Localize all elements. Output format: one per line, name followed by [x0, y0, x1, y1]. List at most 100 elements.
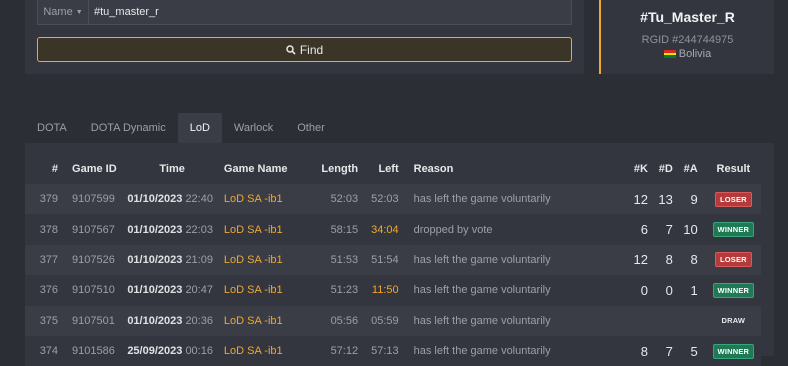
row-reason: has left the game voluntarily — [412, 305, 632, 336]
row-length: 58:15 — [320, 214, 371, 245]
header-result[interactable]: Result — [706, 154, 761, 184]
row-kills: 8 — [631, 335, 656, 366]
row-left: 34:04 — [370, 214, 413, 245]
header-game-id[interactable]: Game ID — [62, 154, 126, 184]
search-input[interactable]: #tu_master_r — [89, 0, 572, 25]
row-num: 378 — [25, 214, 63, 245]
player-rgid: RGID #244744975 — [641, 34, 734, 46]
header-kills[interactable]: #K — [631, 154, 656, 184]
table-row[interactable]: 374 9101586 25/09/2023 00:16 LoD SA -ib1 57:… — [25, 335, 761, 366]
row-kills — [631, 305, 656, 336]
tab-lod[interactable]: LoD — [177, 113, 222, 143]
country-name: Bolivia — [678, 48, 712, 60]
result-badge: DRAW — [721, 316, 746, 326]
table-header-row: # Game ID Time Game Name Length Left Rea… — [25, 154, 761, 184]
row-clock: 21:09 — [185, 253, 213, 266]
row-game-id[interactable]: 9101586 — [62, 335, 127, 366]
row-date: 01/10/2023 — [127, 253, 183, 266]
game-mode-tabs: DOTA DOTA Dynamic LoD Warlock Other — [25, 113, 337, 143]
result-badge: WINNER — [712, 222, 755, 238]
row-deaths — [655, 305, 681, 336]
row-num: 376 — [25, 275, 63, 306]
row-reason: has left the game voluntarily — [412, 184, 632, 215]
row-assists: 8 — [680, 244, 706, 276]
row-length: 51:23 — [320, 275, 371, 306]
header-left[interactable]: Left — [370, 154, 413, 184]
row-time: 01/10/2023 22:40 — [126, 184, 218, 215]
row-result: DRAW — [705, 305, 761, 336]
result-badge: WINNER — [712, 343, 755, 359]
row-game-id[interactable]: 9107501 — [62, 305, 127, 336]
header-assists[interactable]: #A — [681, 154, 706, 184]
table-row[interactable]: 376 9107510 01/10/2023 20:47 LoD SA -ib1 51:… — [25, 275, 761, 306]
row-num: 379 — [25, 184, 63, 215]
search-field-select[interactable]: Name ▼ — [37, 0, 89, 25]
row-time: 25/09/2023 00:16 — [126, 335, 218, 366]
row-kills: 6 — [631, 214, 656, 245]
row-clock: 20:47 — [185, 284, 213, 297]
row-game-id[interactable]: 9107526 — [62, 244, 127, 276]
table-row[interactable]: 378 9107567 01/10/2023 22:03 LoD SA -ib1 58:… — [25, 214, 761, 245]
row-num: 377 — [25, 244, 63, 276]
search-field-select-label: Name — [43, 6, 73, 18]
row-length: 05:56 — [320, 305, 371, 336]
row-time: 01/10/2023 22:03 — [126, 214, 218, 245]
row-date: 25/09/2023 — [127, 345, 183, 358]
row-game-name[interactable]: LoD SA -ib1 — [217, 184, 321, 215]
bolivia-flag-icon — [663, 50, 676, 58]
row-game-name[interactable]: LoD SA -ib1 — [217, 275, 321, 306]
row-result: WINNER — [705, 214, 761, 245]
tab-other[interactable]: Other — [285, 113, 337, 143]
row-time: 01/10/2023 21:09 — [126, 244, 218, 276]
table-row[interactable]: 377 9107526 01/10/2023 21:09 LoD SA -ib1 51:… — [25, 244, 761, 276]
row-assists — [680, 305, 706, 336]
row-length: 51:53 — [320, 244, 371, 276]
row-time: 01/10/2023 20:36 — [126, 305, 218, 336]
table-row[interactable]: 379 9107599 01/10/2023 22:40 LoD SA -ib1 52:… — [25, 184, 761, 215]
row-game-id[interactable]: 9107567 — [62, 214, 127, 245]
row-clock: 22:40 — [185, 193, 213, 206]
row-left: 52:03 — [370, 184, 413, 215]
row-reason: dropped by vote — [412, 214, 632, 245]
row-game-name[interactable]: LoD SA -ib1 — [217, 214, 321, 245]
find-button[interactable]: Find — [37, 37, 572, 62]
row-assists: 9 — [680, 184, 706, 215]
row-game-id[interactable]: 9107599 — [62, 184, 127, 215]
row-game-name[interactable]: LoD SA -ib1 — [217, 305, 321, 336]
result-badge: LOSER — [714, 252, 752, 268]
search-icon — [286, 44, 296, 55]
row-result: LOSER — [705, 244, 761, 276]
row-num: 375 — [25, 305, 63, 336]
row-date: 01/10/2023 — [127, 284, 183, 297]
tab-dota[interactable]: DOTA — [25, 113, 79, 143]
header-reason[interactable]: Reason — [413, 154, 631, 184]
row-reason: has left the game voluntarily — [412, 275, 632, 306]
header-time[interactable]: Time — [126, 154, 218, 184]
flag-stripe-green — [663, 55, 676, 58]
header-game-name[interactable]: Game Name — [218, 154, 321, 184]
row-length: 52:03 — [320, 184, 371, 215]
row-game-name[interactable]: LoD SA -ib1 — [217, 335, 321, 366]
row-result: WINNER — [705, 275, 761, 306]
row-deaths: 7 — [655, 214, 681, 245]
row-reason: has left the game voluntarily — [412, 244, 632, 276]
row-clock: 00:16 — [185, 345, 213, 358]
row-clock: 22:03 — [185, 223, 213, 236]
row-num: 374 — [25, 335, 63, 366]
row-date: 01/10/2023 — [127, 314, 183, 327]
games-table: # Game ID Time Game Name Length Left Rea… — [25, 154, 761, 366]
header-length[interactable]: Length — [320, 154, 370, 184]
row-deaths: 13 — [655, 184, 681, 215]
row-left: 11:50 — [370, 275, 413, 306]
player-name: #Tu_Master_R — [640, 9, 735, 25]
row-game-id[interactable]: 9107510 — [62, 275, 127, 306]
row-left: 51:54 — [370, 244, 413, 276]
tab-warlock[interactable]: Warlock — [222, 113, 285, 143]
table-row[interactable]: 375 9107501 01/10/2023 20:36 LoD SA -ib1 05:… — [25, 305, 761, 336]
header-num[interactable]: # — [25, 154, 62, 184]
tab-dota-dynamic[interactable]: DOTA Dynamic — [79, 113, 178, 143]
row-clock: 20:36 — [185, 314, 213, 327]
row-game-name[interactable]: LoD SA -ib1 — [217, 244, 321, 276]
header-deaths[interactable]: #D — [656, 154, 681, 184]
profile-panel: #Tu_Master_R RGID #244744975 Bolivia — [599, 0, 774, 74]
